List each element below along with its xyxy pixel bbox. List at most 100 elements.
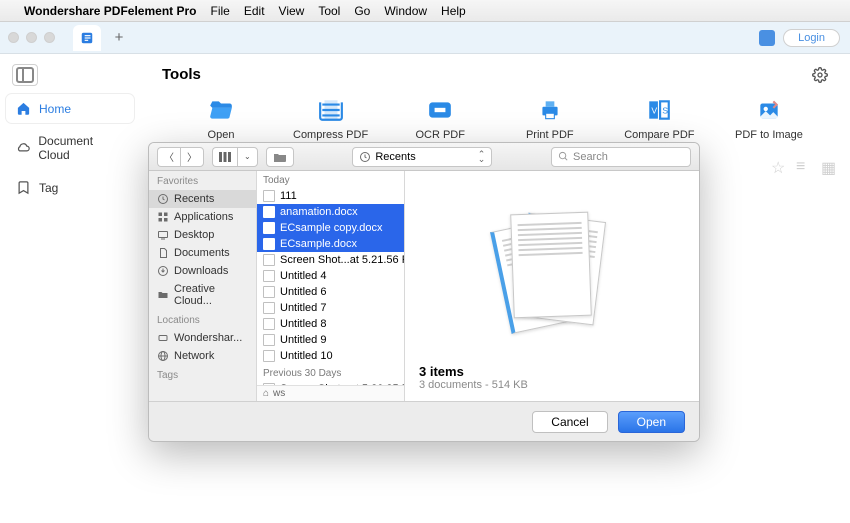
preview-title: 3 items (419, 364, 685, 379)
tool-ocr[interactable]: OCR PDF (395, 97, 485, 141)
svg-text:S: S (663, 105, 669, 115)
menu-help[interactable]: Help (441, 4, 466, 18)
file-row[interactable]: Untitled 4 (257, 268, 404, 284)
disk-icon (157, 332, 169, 344)
view-dropdown-button[interactable]: ⌄ (237, 147, 258, 167)
menu-go[interactable]: Go (354, 4, 370, 18)
file-list: Today 111 anamation.docx ECsample copy.d… (257, 171, 405, 401)
dialog-toolbar: 〈 〉 ⌄ Recents ⌃⌄ Search (149, 143, 699, 171)
list-header-prev30: Previous 30 Days (257, 364, 404, 381)
file-icon (263, 222, 275, 234)
compress-icon (318, 97, 344, 123)
tool-pdf-to-image[interactable]: PDF to Image (724, 97, 814, 141)
folder-button[interactable] (266, 147, 294, 167)
list-header-today: Today (257, 171, 404, 188)
preview-thumbnails (506, 213, 598, 333)
open-button[interactable]: Open (618, 411, 685, 433)
sidebar-creative-cloud[interactable]: Creative Cloud... (149, 280, 256, 310)
sidebar-downloads[interactable]: Downloads (149, 262, 256, 280)
search-icon (558, 151, 569, 162)
file-row[interactable]: Untitled 10 (257, 348, 404, 364)
tools-row: Open Compress PDF OCR PDF Print PDF VS C… (156, 97, 834, 141)
window-controls[interactable] (8, 32, 55, 43)
grid-icon[interactable]: ▦ (821, 158, 836, 173)
file-row[interactable]: ECsample copy.docx (257, 220, 404, 236)
sidebar-wondershare[interactable]: Wondershar... (149, 329, 256, 347)
globe-icon (157, 350, 169, 362)
sidebar-network[interactable]: Network (149, 347, 256, 365)
tool-print[interactable]: Print PDF (505, 97, 595, 141)
nav-forward-button[interactable]: 〉 (180, 147, 204, 167)
file-row[interactable]: Screen Shot...at 5.21.56 PM (257, 252, 404, 268)
file-row[interactable]: Untitled 6 (257, 284, 404, 300)
desktop-icon (157, 229, 169, 241)
dialog-sidebar: Favorites Recents Applications Desktop D… (149, 171, 257, 401)
tool-label: Compress PDF (293, 129, 368, 141)
menu-edit[interactable]: Edit (244, 4, 265, 18)
tool-compare[interactable]: VS Compare PDF (614, 97, 704, 141)
dialog-footer: Cancel Open (149, 401, 699, 441)
page-title: Tools (162, 66, 201, 83)
preview-subtitle: 3 documents - 514 KB (419, 379, 685, 391)
sidebar-recents[interactable]: Recents (149, 190, 256, 208)
file-open-dialog: 〈 〉 ⌄ Recents ⌃⌄ Search Favorites Recent… (148, 142, 700, 442)
app-name[interactable]: Wondershare PDFelement Pro (24, 4, 197, 18)
favorites-header: Favorites (149, 171, 256, 190)
star-icon[interactable]: ☆ (771, 158, 786, 173)
sidebar-documents[interactable]: Documents (149, 244, 256, 262)
file-row[interactable]: Untitled 9 (257, 332, 404, 348)
svg-text:V: V (652, 105, 658, 115)
file-icon (263, 254, 275, 266)
locations-header: Locations (149, 310, 256, 329)
menu-file[interactable]: File (211, 4, 230, 18)
sidebar-item-home[interactable]: Home (6, 94, 134, 123)
document-icon (157, 247, 169, 259)
file-icon (263, 318, 275, 330)
tool-open[interactable]: Open (176, 97, 266, 141)
window-titlebar: + Login (0, 22, 850, 54)
tool-compress[interactable]: Compress PDF (286, 97, 376, 141)
file-icon (263, 334, 275, 346)
file-row[interactable]: ECsample.docx (257, 236, 404, 252)
sidebar-item-label: Tag (39, 181, 58, 195)
sidebar-applications[interactable]: Applications (149, 208, 256, 226)
sidebar-item-cloud[interactable]: Document Cloud (6, 127, 134, 169)
sidebar-collapse-button[interactable] (12, 64, 38, 86)
menu-view[interactable]: View (279, 4, 305, 18)
file-row[interactable]: 111 (257, 188, 404, 204)
file-icon (263, 350, 275, 362)
new-tab-button[interactable]: + (107, 26, 131, 50)
list-icon[interactable]: ≡ (796, 158, 811, 173)
file-row[interactable]: anamation.docx (257, 204, 404, 220)
login-button[interactable]: Login (783, 29, 840, 47)
sidebar-item-tag[interactable]: Tag (6, 173, 134, 202)
cancel-button[interactable]: Cancel (532, 411, 607, 433)
menu-window[interactable]: Window (384, 4, 427, 18)
path-bar[interactable]: ⌂ws (257, 385, 404, 401)
file-icon (263, 270, 275, 282)
search-placeholder: Search (573, 151, 608, 163)
settings-icon[interactable] (812, 67, 828, 83)
tool-label: PDF to Image (735, 129, 803, 141)
folder-icon (157, 289, 169, 301)
clock-icon (359, 151, 371, 163)
search-input[interactable]: Search (551, 147, 691, 167)
mac-menubar: Wondershare PDFelement Pro File Edit Vie… (0, 0, 850, 22)
file-row[interactable]: Untitled 8 (257, 316, 404, 332)
location-selector[interactable]: Recents ⌃⌄ (352, 147, 492, 167)
pdf-app-icon (80, 31, 94, 45)
sidebar-desktop[interactable]: Desktop (149, 226, 256, 244)
tool-label: OCR PDF (415, 129, 465, 141)
tool-label: Open (208, 129, 235, 141)
account-icon[interactable] (759, 30, 775, 46)
printer-icon (537, 97, 563, 123)
view-columns-button[interactable] (212, 147, 237, 167)
file-row[interactable]: Untitled 7 (257, 300, 404, 316)
tool-label: Compare PDF (624, 129, 694, 141)
nav-back-button[interactable]: 〈 (157, 147, 180, 167)
menu-tool[interactable]: Tool (318, 4, 340, 18)
tool-label: Print PDF (526, 129, 574, 141)
file-icon (263, 302, 275, 314)
home-icon: ⌂ (263, 388, 269, 399)
app-tab[interactable] (73, 25, 101, 51)
